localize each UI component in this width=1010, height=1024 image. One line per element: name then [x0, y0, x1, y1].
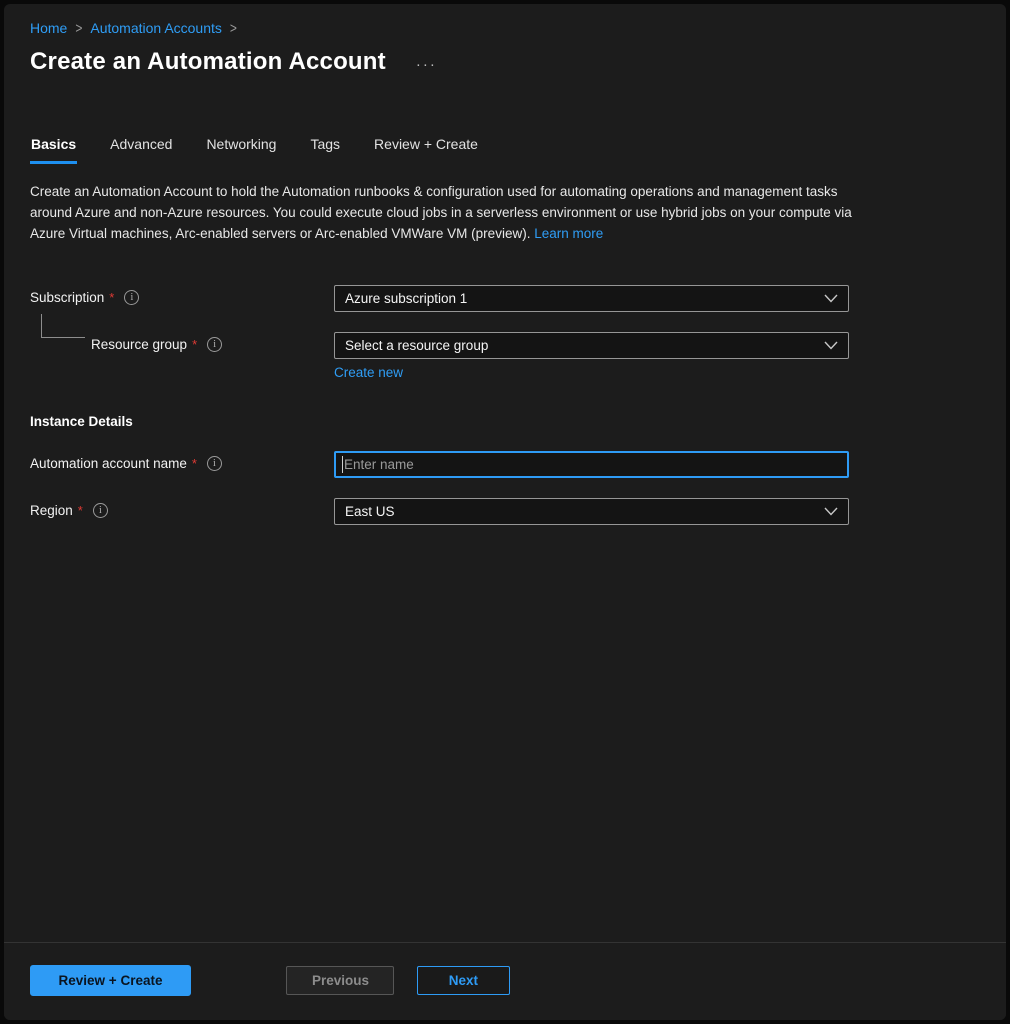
project-details-block: Subscription * i Azure subscription 1	[30, 285, 980, 382]
text-cursor	[342, 456, 343, 473]
breadcrumb-automation-accounts-link[interactable]: Automation Accounts	[90, 20, 222, 36]
account-name-label-group: Automation account name * i	[30, 451, 334, 471]
region-row: Region * i East US	[30, 498, 980, 525]
subscription-label-group: Subscription * i	[30, 285, 334, 305]
info-icon[interactable]: i	[93, 503, 108, 518]
ellipsis-menu-icon[interactable]: ···	[416, 54, 437, 70]
account-name-input[interactable]	[334, 451, 849, 478]
tab-advanced[interactable]: Advanced	[109, 136, 173, 164]
account-name-row: Automation account name * i	[30, 451, 980, 478]
subscription-dropdown-value: Azure subscription 1	[345, 291, 467, 306]
region-label: Region	[30, 503, 73, 518]
tab-review-create[interactable]: Review + Create	[373, 136, 479, 164]
review-create-button[interactable]: Review + Create	[30, 965, 191, 996]
subscription-row: Subscription * i Azure subscription 1	[30, 285, 980, 312]
required-asterisk: *	[109, 290, 114, 305]
breadcrumb-separator-icon: >	[75, 19, 82, 37]
required-asterisk: *	[192, 456, 197, 471]
tab-bar: Basics Advanced Networking Tags Review +…	[30, 136, 980, 164]
tree-connector-line	[41, 314, 85, 338]
tab-tags[interactable]: Tags	[309, 136, 341, 164]
create-new-resource-group-link[interactable]: Create new	[334, 365, 403, 380]
breadcrumb-separator-icon: >	[230, 19, 237, 37]
info-icon[interactable]: i	[124, 290, 139, 305]
subscription-dropdown[interactable]: Azure subscription 1	[334, 285, 849, 312]
page-title: Create an Automation Account	[30, 48, 386, 76]
next-button[interactable]: Next	[417, 966, 510, 995]
description-text: Create an Automation Account to hold the…	[30, 184, 852, 241]
info-icon[interactable]: i	[207, 337, 222, 352]
region-label-group: Region * i	[30, 498, 334, 518]
breadcrumb-home-link[interactable]: Home	[30, 20, 67, 36]
title-row: Create an Automation Account ···	[30, 48, 980, 76]
resource-group-dropdown[interactable]: Select a resource group	[334, 332, 849, 359]
tab-networking[interactable]: Networking	[205, 136, 277, 164]
resource-group-label: Resource group	[91, 337, 187, 352]
tab-description: Create an Automation Account to hold the…	[30, 181, 875, 244]
subscription-label: Subscription	[30, 290, 104, 305]
breadcrumb: Home > Automation Accounts >	[30, 20, 980, 36]
resource-group-row: Resource group * i Select a resource gro…	[30, 332, 980, 382]
chevron-down-icon	[824, 341, 838, 350]
region-dropdown[interactable]: East US	[334, 498, 849, 525]
required-asterisk: *	[78, 503, 83, 518]
resource-group-dropdown-value: Select a resource group	[345, 338, 488, 353]
region-dropdown-value: East US	[345, 504, 395, 519]
learn-more-link[interactable]: Learn more	[534, 226, 603, 241]
account-name-label: Automation account name	[30, 456, 187, 471]
required-asterisk: *	[192, 337, 197, 352]
tab-basics[interactable]: Basics	[30, 136, 77, 164]
previous-button[interactable]: Previous	[286, 966, 394, 995]
create-automation-account-pane: Home > Automation Accounts > Create an A…	[4, 4, 1006, 1020]
chevron-down-icon	[824, 294, 838, 303]
basics-form: Subscription * i Azure subscription 1	[30, 285, 980, 525]
info-icon[interactable]: i	[207, 456, 222, 471]
wizard-footer: Review + Create Previous Next	[4, 942, 1006, 1020]
chevron-down-icon	[824, 507, 838, 516]
instance-details-heading: Instance Details	[30, 414, 980, 429]
